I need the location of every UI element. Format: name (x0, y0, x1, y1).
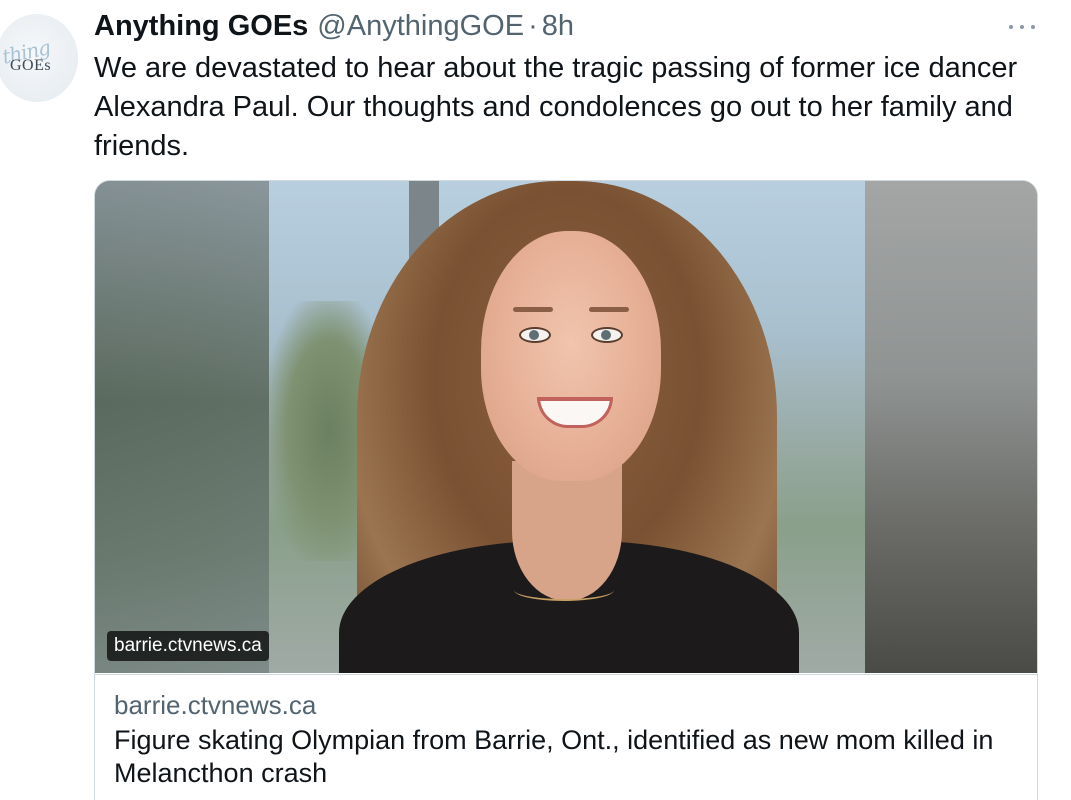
right-eye (591, 327, 623, 343)
card-domain: barrie.ctvnews.ca (114, 690, 317, 720)
image-source-badge: barrie.ctvnews.ca (107, 631, 269, 661)
avatar-logo-text: GOEs (10, 57, 52, 74)
left-eyebrow (513, 307, 553, 312)
portrait-photo (269, 181, 865, 673)
portrait-face (481, 231, 661, 481)
avatar[interactable]: thing GOEs (0, 14, 78, 102)
image-blur-right (863, 181, 1037, 673)
smile (537, 397, 613, 428)
author-handle[interactable]: @AnythingGOE (317, 10, 524, 43)
tweet-header: Anything GOEs @AnythingGOE · 8h (94, 8, 574, 44)
tweet-timestamp[interactable]: 8h (542, 10, 574, 43)
card-body[interactable]: barrie.ctvnews.ca Figure skating Olympia… (95, 674, 1037, 790)
author-name[interactable]: Anything GOEs (94, 10, 308, 43)
more-dot (1020, 25, 1024, 29)
left-eye (519, 327, 551, 343)
separator-dot: · (528, 9, 538, 42)
link-card[interactable]: barrie.ctvnews.ca barrie.ctvnews.ca Figu… (94, 180, 1038, 800)
image-blur-left (95, 181, 269, 673)
more-dot (1009, 25, 1013, 29)
card-title: Figure skating Olympian from Barrie, Ont… (114, 725, 994, 788)
more-dot (1031, 25, 1035, 29)
right-eyebrow (589, 307, 629, 312)
card-image[interactable]: barrie.ctvnews.ca (95, 181, 1037, 673)
tweet-text: We are devastated to hear about the trag… (94, 52, 1018, 162)
portrait-necklace (514, 579, 614, 601)
tweet[interactable]: thing GOEs Anything GOEs @AnythingGOE · … (0, 0, 1071, 800)
more-horizontal-icon[interactable] (1009, 14, 1035, 40)
